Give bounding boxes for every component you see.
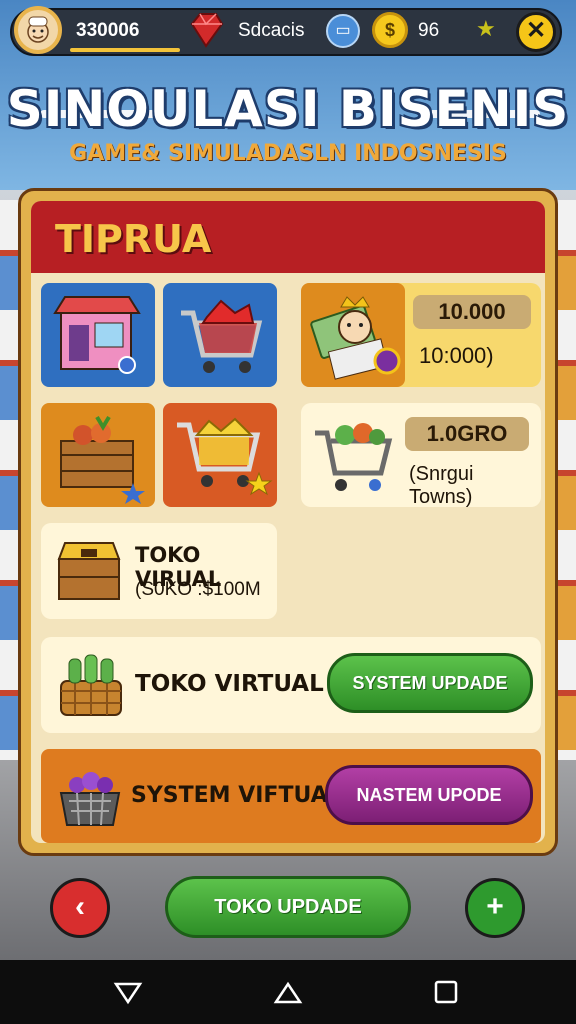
produce-tile[interactable]	[41, 403, 155, 507]
nastem-update-button[interactable]: NASTEM UPODE	[325, 765, 533, 825]
system-virtual-label: SYSTEM VIFTUAH	[131, 783, 347, 808]
shop-tile[interactable]	[41, 283, 155, 387]
cart-tile[interactable]	[163, 283, 277, 387]
cart-value: 1.0GRO	[405, 417, 529, 451]
toko-virtual-label: TOKO VIRTUAL	[135, 671, 324, 697]
game-subtitle: GAME& SIMULADASLN INDOSNESIS	[69, 141, 507, 166]
close-button[interactable]: ✕	[516, 12, 556, 52]
grape-basket-icon	[59, 772, 121, 826]
chef-avatar-icon[interactable]	[14, 6, 62, 54]
system-update-button[interactable]: SYSTEM UPDADE	[327, 653, 533, 713]
plus-icon: +	[486, 890, 504, 923]
merchant-tile	[301, 283, 405, 387]
treasure-chest-icon	[57, 542, 121, 600]
shop-icon	[53, 296, 141, 374]
panel-title: TIPRUA	[55, 217, 212, 261]
star-icon: ★	[476, 16, 496, 41]
toko-card[interactable]: TOKO VIRUAL (S0KO :$100M	[41, 523, 277, 619]
vegetable-basket-icon	[60, 654, 122, 716]
system-virtual-row: SYSTEM VIFTUAH NASTEM UPODE	[41, 749, 541, 843]
cart-sub: (Snrgui Towns)	[409, 463, 474, 508]
nav-recents-icon[interactable]	[428, 976, 464, 1008]
back-button[interactable]: ‹	[50, 878, 110, 938]
add-button[interactable]: +	[465, 878, 525, 938]
cart-card[interactable]: 1.0GRO (Snrgui Towns)	[301, 403, 541, 508]
nav-home-icon[interactable]	[270, 976, 306, 1008]
game-title: SINOULASI BISENIS	[6, 80, 570, 138]
chip-icon[interactable]: ▭	[326, 14, 360, 48]
nav-back-icon[interactable]	[110, 976, 146, 1008]
xp-progress-bar	[70, 48, 180, 52]
panel-header: TIPRUA	[31, 201, 545, 273]
money-value: 10.000	[413, 295, 531, 329]
gold-coin-icon[interactable]: $	[372, 12, 408, 48]
produce-crate-icon	[60, 415, 145, 504]
merchant-money-icon	[310, 296, 401, 380]
gold-cart-icon	[177, 417, 273, 496]
toko-card-sub: (S0KO :$100M	[135, 579, 261, 600]
panel-body: TIPRUA 10.000 10:000) 1.0GRO (Snrgui Tow…	[31, 201, 545, 843]
money-card[interactable]: 10.000 10:000)	[301, 283, 541, 387]
money-sub: 10:000)	[419, 343, 494, 368]
toko-update-button[interactable]: TOKO UPDADE	[165, 876, 411, 938]
coin-balance: 330006	[76, 20, 140, 41]
vegetable-cart-icon	[315, 423, 393, 491]
gold-count: 96	[418, 20, 440, 41]
close-icon: ✕	[525, 17, 547, 44]
shopping-cart-icon	[181, 299, 263, 373]
status-label: Sdcacis	[238, 20, 305, 41]
back-arrow-icon: ‹	[75, 890, 85, 923]
toko-virtual-row: TOKO VIRTUAL SYSTEM UPDADE	[41, 637, 541, 733]
gold-cart-tile[interactable]	[163, 403, 277, 507]
red-gem-icon[interactable]	[186, 8, 226, 50]
main-panel: TIPRUA 10.000 10:000) 1.0GRO (Snrgui Tow…	[18, 188, 558, 856]
android-nav-bar	[0, 960, 576, 1024]
